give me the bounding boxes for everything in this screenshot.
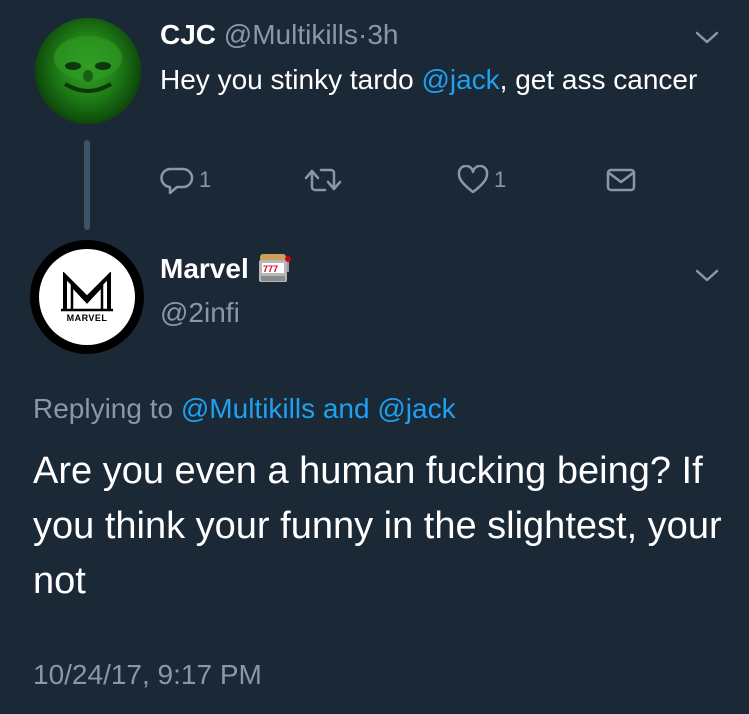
retweet-button[interactable] <box>303 165 343 195</box>
tweet2-name-text: Marvel <box>160 253 249 284</box>
marvel-avatar[interactable]: MARVEL <box>30 240 144 354</box>
replying-label: Replying to <box>33 393 181 424</box>
retweet-icon <box>304 168 342 192</box>
tweet2-display-name[interactable]: Marvel 777 <box>160 252 293 286</box>
tweet2-timestamp: 10/24/17, 9:17 PM <box>33 659 262 690</box>
like-count: 1 <box>494 167 507 192</box>
envelope-icon <box>606 168 636 192</box>
mention-link[interactable]: @jack <box>421 64 499 95</box>
tweet1-handle[interactable]: @Multikills <box>224 19 358 50</box>
marvel-logo: MARVEL <box>39 249 135 345</box>
slot-machine-icon: 777 <box>257 252 293 286</box>
heart-icon <box>457 165 489 194</box>
marvel-logo-text: MARVEL <box>66 312 108 323</box>
tweet1-text-end: , get ass cancer <box>499 64 698 95</box>
reply-mention-jack[interactable]: @jack <box>377 393 455 424</box>
face-image <box>54 36 122 93</box>
replying-to: Replying to @Multikills and @jack <box>33 392 456 426</box>
tweet2-text: Are you even a human fucking being? If y… <box>33 450 722 602</box>
tweet1-text-start: Hey you stinky tardo <box>160 64 422 95</box>
reply-mention-and[interactable]: and <box>315 393 377 424</box>
reply-mention-multikills[interactable]: @Multikills <box>181 393 315 424</box>
tweet1-text: Hey you stinky tardo @jack, get ass canc… <box>160 60 720 100</box>
thread-line <box>84 140 90 230</box>
svg-text:777: 777 <box>263 264 278 274</box>
time-separator: · <box>358 19 368 50</box>
cjc-avatar[interactable] <box>35 18 141 124</box>
m-logo-icon <box>59 271 115 312</box>
chevron-down-icon[interactable] <box>694 24 720 50</box>
like-button[interactable]: 1 <box>456 165 506 195</box>
tweet1-time[interactable]: 3h <box>367 19 398 50</box>
reply-icon <box>160 167 194 195</box>
reply-count: 1 <box>199 167 212 192</box>
tweet1-display-name[interactable]: CJC <box>160 19 216 50</box>
chevron-down-icon[interactable] <box>694 262 720 288</box>
tweet1-header: CJC @Multikills·3h <box>160 18 398 52</box>
reply-button[interactable]: 1 <box>159 165 211 195</box>
direct-message-button[interactable] <box>604 165 638 195</box>
tweet2-handle[interactable]: @2infi <box>160 296 240 330</box>
